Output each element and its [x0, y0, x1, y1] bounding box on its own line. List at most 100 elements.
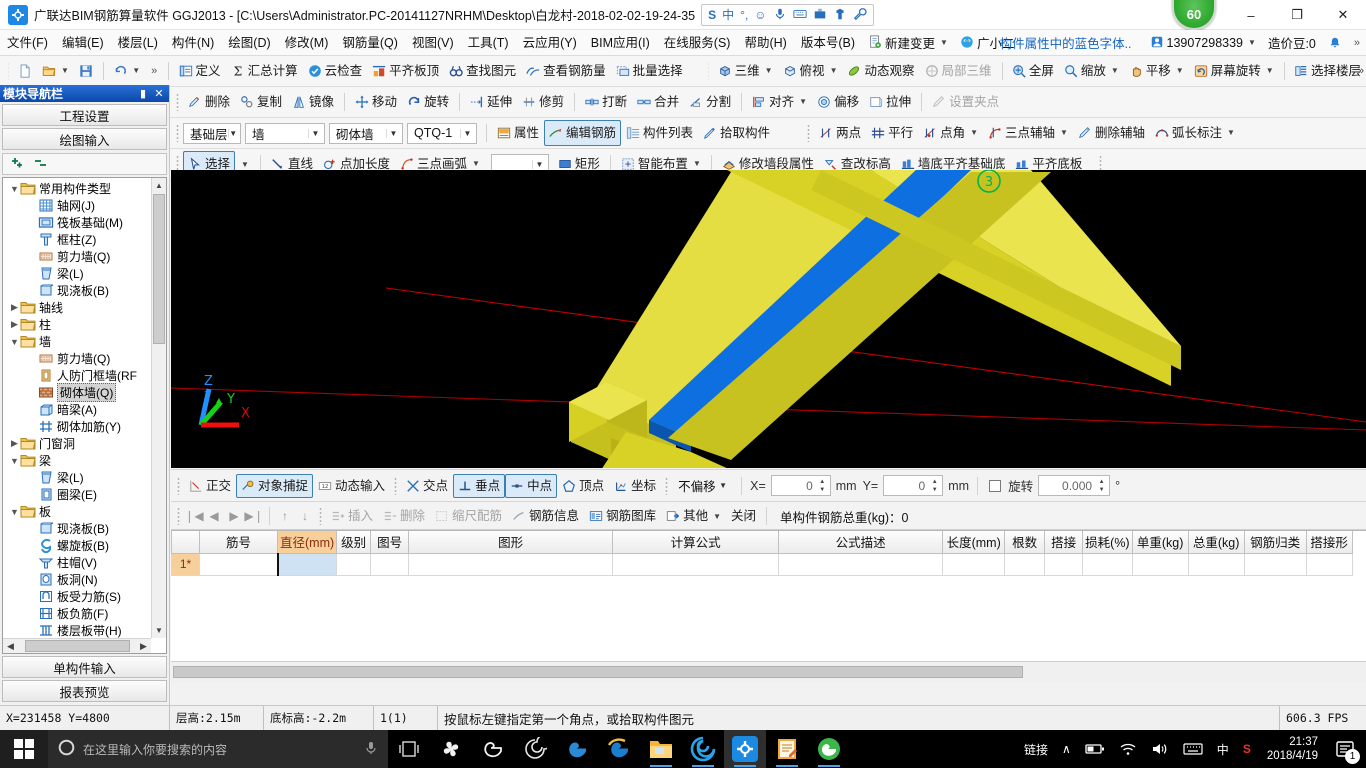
- ime-emoji-icon[interactable]: ☺: [754, 5, 766, 25]
- start-button[interactable]: [0, 730, 48, 768]
- table-row[interactable]: 1*: [172, 553, 1353, 575]
- arc-dimension-button[interactable]: 弧长标注 ▼: [1150, 120, 1240, 146]
- mirror-button[interactable]: 镜像: [287, 89, 339, 115]
- table-header-10[interactable]: 搭接: [1045, 531, 1083, 553]
- ime-floating-bar[interactable]: S 中 °, ☺: [701, 4, 873, 26]
- tree-item-15[interactable]: ▶门窗洞: [5, 435, 151, 452]
- properties-button[interactable]: 属性: [492, 120, 544, 146]
- rebar-library-button[interactable]: 钢筋图库: [584, 505, 661, 528]
- menu-item-cloud[interactable]: 云应用(Y): [516, 31, 584, 55]
- category-combo-chevron-down-icon[interactable]: ▼: [308, 129, 322, 138]
- table-header-2[interactable]: 直径(mm): [278, 531, 337, 553]
- view-top-button[interactable]: 俯视 ▼: [778, 58, 843, 84]
- table-cell-8[interactable]: [943, 553, 1005, 575]
- menu-item-bim[interactable]: BIM应用(I): [584, 31, 657, 55]
- tree-item-0[interactable]: ▼常用构件类型: [5, 180, 151, 197]
- table-cell-5[interactable]: [409, 553, 613, 575]
- snap-coordinate-toggle[interactable]: 坐标: [609, 474, 661, 498]
- promo-text[interactable]: 构件属性中的蓝色字体..: [988, 33, 1144, 52]
- rotate-spinner[interactable]: ▲▼: [1096, 478, 1107, 494]
- view-toolbar-grip[interactable]: [708, 62, 709, 80]
- table-header-0[interactable]: [172, 531, 200, 553]
- y-offset-input[interactable]: 0 ▲▼: [883, 475, 943, 496]
- other-menu-button[interactable]: 其他 ▼: [661, 505, 726, 528]
- wifi-icon[interactable]: [1113, 730, 1143, 768]
- battery-icon[interactable]: [1079, 730, 1111, 768]
- select-tool-chevron-down-icon[interactable]: ▼: [235, 160, 255, 169]
- align-slab-top-button[interactable]: 平齐板顶: [367, 58, 444, 84]
- app-edge-legacy-icon[interactable]: [472, 730, 514, 768]
- snap-group-grip[interactable]: [394, 477, 397, 495]
- toolbar-grip[interactable]: [8, 62, 9, 80]
- table-header-6[interactable]: 计算公式: [613, 531, 779, 553]
- offset-mode-chevron-down-icon[interactable]: ▼: [716, 481, 730, 490]
- merge-button[interactable]: 合并: [632, 89, 684, 115]
- tree-item-25[interactable]: 板负筋(F): [5, 605, 151, 622]
- restore-button[interactable]: ❐: [1274, 0, 1320, 30]
- axis-toolbar-grip[interactable]: [807, 124, 810, 142]
- zoom-chevron-down-icon[interactable]: ▼: [1109, 59, 1119, 83]
- rotate-input[interactable]: 0.000 ▲▼: [1038, 475, 1110, 496]
- tree-collapse-icon[interactable]: ▼: [9, 456, 20, 466]
- member-list-button[interactable]: 构件列表: [621, 120, 698, 146]
- snap-perpendicular-toggle[interactable]: 垂点: [453, 474, 505, 498]
- toolbar1-overflow[interactable]: »: [145, 65, 163, 77]
- arc-dimension-chevron-down-icon[interactable]: ▼: [1225, 121, 1235, 145]
- table-header-8[interactable]: 长度(mm): [943, 531, 1005, 553]
- snap-vertex-toggle[interactable]: 顶点: [557, 474, 609, 498]
- delete-button[interactable]: 删除: [183, 89, 235, 115]
- menu-item-member[interactable]: 构件(N): [165, 31, 221, 55]
- view-top-chevron-down-icon[interactable]: ▼: [828, 59, 838, 83]
- tree-item-17[interactable]: 梁(L): [5, 469, 151, 486]
- copy-button[interactable]: 复制: [235, 89, 287, 115]
- table-header-9[interactable]: 根数: [1005, 531, 1045, 553]
- undo-chevron-down-icon[interactable]: ▼: [130, 59, 140, 83]
- extend-button[interactable]: 延伸: [465, 89, 517, 115]
- rebar-table-container[interactable]: 筋号直径(mm)级别图号图形计算公式公式描述长度(mm)根数搭接损耗(%)单重(…: [171, 530, 1366, 683]
- other-chevron-down-icon[interactable]: ▼: [711, 506, 721, 527]
- offset-group-grip[interactable]: [665, 477, 668, 495]
- tree-collapse-icon[interactable]: ▼: [9, 507, 20, 517]
- nav-next-button[interactable]: ▶: [224, 509, 244, 523]
- tree-vscroll-thumb[interactable]: [153, 194, 165, 344]
- align-chevron-down-icon[interactable]: ▼: [797, 90, 807, 114]
- tray-sogou-icon[interactable]: S: [1237, 730, 1257, 768]
- ortho-toggle[interactable]: 正交: [184, 474, 236, 498]
- coins-chip[interactable]: 造价豆:0: [1262, 33, 1322, 52]
- tree-horizontal-scrollbar[interactable]: ◀ ▶: [3, 638, 151, 653]
- trim-button[interactable]: 修剪: [517, 89, 569, 115]
- menu-item-rebar-quantity[interactable]: 钢筋量(Q): [335, 31, 405, 55]
- row-indicator[interactable]: 1*: [172, 553, 200, 575]
- app-browser-icon[interactable]: [808, 730, 850, 768]
- ime-mic-icon[interactable]: [773, 5, 787, 25]
- volume-icon[interactable]: [1145, 730, 1175, 768]
- draw-blank-combo-chevron-down-icon[interactable]: ▼: [532, 160, 546, 169]
- menu-item-modify[interactable]: 修改(M): [278, 31, 336, 55]
- ime-punctuation-icon[interactable]: °,: [740, 5, 748, 25]
- account-chevron-down-icon[interactable]: ▼: [1246, 38, 1256, 47]
- x-spinner[interactable]: ▲▼: [817, 478, 828, 494]
- menu-item-version[interactable]: 版本号(B): [794, 31, 862, 55]
- menu-item-view[interactable]: 视图(V): [405, 31, 461, 55]
- table-header-14[interactable]: 钢筋归类: [1244, 531, 1306, 553]
- tree-item-10[interactable]: 剪力墙(Q): [5, 350, 151, 367]
- offset-button[interactable]: 偏移: [812, 89, 864, 115]
- tree-item-18[interactable]: 圈梁(E): [5, 486, 151, 503]
- app-notepad-icon[interactable]: [766, 730, 808, 768]
- set-grip-button[interactable]: 设置夹点: [927, 89, 1004, 115]
- member-combo-chevron-down-icon[interactable]: ▼: [460, 129, 474, 138]
- table-header-12[interactable]: 单重(kg): [1132, 531, 1188, 553]
- cloud-check-button[interactable]: 云检查: [303, 58, 368, 84]
- tree-item-8[interactable]: ▶柱: [5, 316, 151, 333]
- table-header-7[interactable]: 公式描述: [779, 531, 943, 553]
- tree-item-26[interactable]: 楼层板带(H): [5, 622, 151, 638]
- tree-vertical-scrollbar[interactable]: ▲ ▼: [151, 178, 166, 638]
- panel-close-icon[interactable]: ✕: [152, 87, 166, 100]
- pan-button[interactable]: 平移 ▼: [1124, 58, 1189, 84]
- action-center-icon[interactable]: 1: [1328, 730, 1362, 768]
- app-edge-icon[interactable]: [556, 730, 598, 768]
- ime-settings-icon[interactable]: [853, 5, 867, 25]
- table-cell-9[interactable]: [1005, 553, 1045, 575]
- menu-overflow-button[interactable]: »: [1348, 37, 1366, 49]
- pan-chevron-down-icon[interactable]: ▼: [1174, 59, 1184, 83]
